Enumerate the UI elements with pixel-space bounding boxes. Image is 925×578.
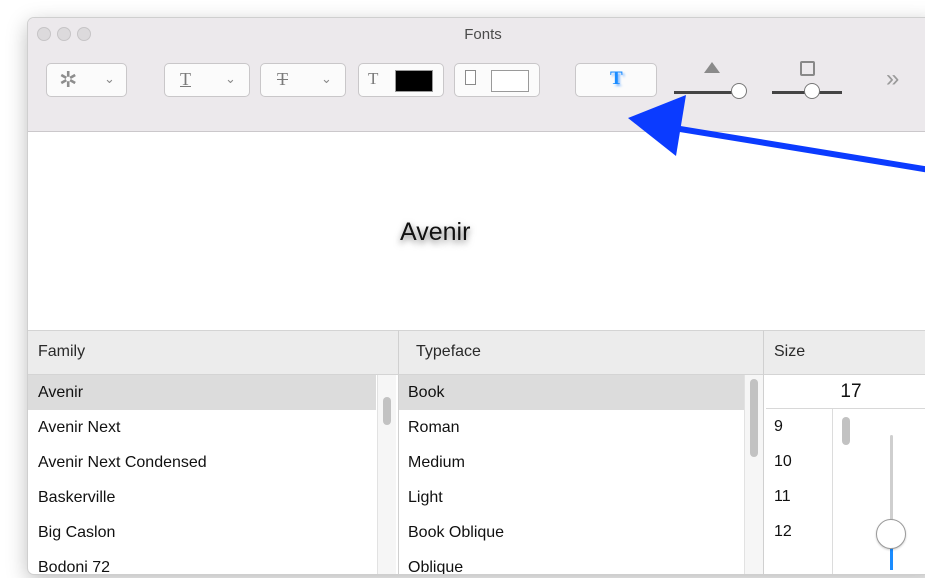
list-item[interactable]: Book (399, 375, 744, 410)
scrollbar-thumb[interactable] (383, 397, 391, 425)
size-slider[interactable] (872, 425, 912, 574)
list-item[interactable]: Avenir Next (28, 410, 376, 445)
list-item[interactable]: Big Caslon (28, 515, 376, 550)
toolbar-overflow-button[interactable]: » (886, 65, 899, 93)
text-shadow-button[interactable]: T (575, 63, 657, 97)
scrollbar-thumb[interactable] (750, 379, 758, 457)
list-item[interactable]: 9 (774, 409, 824, 444)
chevron-down-icon: ⌄ (225, 71, 236, 86)
font-preview-area (28, 132, 925, 329)
text-color-button[interactable]: T (358, 63, 444, 97)
slider-thumb[interactable] (804, 83, 820, 99)
window-title: Fonts (464, 26, 502, 43)
typeface-list[interactable]: Book Roman Medium Light Book Oblique Obl… (398, 375, 764, 574)
size-input[interactable]: 17 (766, 376, 925, 409)
list-item[interactable]: Baskerville (28, 480, 376, 515)
action-menu-button[interactable]: ✲ ⌄ (46, 63, 127, 97)
blur-icon (800, 61, 815, 76)
list-item[interactable]: Bodoni 72 (28, 550, 376, 574)
list-item[interactable]: Book Oblique (399, 515, 744, 550)
list-item[interactable]: Oblique (399, 550, 744, 574)
fonts-window: Fonts ✲ ⌄ T ⌄ T ⌄ T T » Avenir Family Ty… (28, 18, 925, 574)
size-scrollbar-thumb[interactable] (842, 417, 850, 445)
document-color-button[interactable] (454, 63, 540, 97)
preview-sample-text: Avenir (400, 218, 471, 246)
size-column: 17 9 10 11 12 (763, 375, 925, 574)
slider-thumb[interactable] (731, 83, 747, 99)
text-shadow-icon: T (610, 68, 623, 89)
shadow-blur-slider[interactable] (772, 58, 850, 104)
list-item[interactable]: 11 (774, 479, 824, 514)
strikethrough-icon: T (277, 69, 288, 89)
list-item[interactable]: Avenir (28, 375, 376, 410)
typeface-column-header[interactable]: Typeface (398, 330, 763, 375)
list-item[interactable]: Medium (399, 445, 744, 480)
strikethrough-menu-button[interactable]: T ⌄ (260, 63, 346, 97)
size-header-label: Size (774, 343, 806, 360)
size-list[interactable]: 9 10 11 12 (766, 409, 850, 574)
chevron-down-icon: ⌄ (104, 71, 115, 86)
underline-icon: T (180, 69, 191, 89)
document-icon (465, 70, 476, 85)
opacity-icon (704, 62, 720, 73)
typeface-header-label: Typeface (416, 343, 481, 360)
typeface-scrollbar[interactable] (744, 375, 764, 574)
slider-thumb[interactable] (876, 519, 906, 549)
text-color-swatch (395, 70, 433, 92)
family-scrollbar[interactable] (377, 375, 396, 574)
shadow-opacity-slider[interactable] (674, 58, 752, 104)
document-color-swatch (491, 70, 529, 92)
underline-menu-button[interactable]: T ⌄ (164, 63, 250, 97)
list-item[interactable]: 10 (774, 444, 824, 479)
gear-icon: ✲ (59, 67, 78, 92)
list-item[interactable]: Avenir Next Condensed (28, 445, 376, 480)
list-item[interactable]: Light (399, 480, 744, 515)
list-item[interactable]: 12 (774, 514, 824, 549)
titlebar: Fonts ✲ ⌄ T ⌄ T ⌄ T T » (28, 18, 925, 132)
family-column-header[interactable]: Family (28, 330, 398, 375)
family-list[interactable]: Avenir Avenir Next Avenir Next Condensed… (28, 375, 396, 574)
family-header-label: Family (38, 343, 86, 360)
text-color-icon: T (368, 69, 379, 88)
list-item[interactable]: Roman (399, 410, 744, 445)
chevron-down-icon: ⌄ (321, 71, 332, 86)
size-column-header[interactable]: Size (763, 330, 925, 375)
